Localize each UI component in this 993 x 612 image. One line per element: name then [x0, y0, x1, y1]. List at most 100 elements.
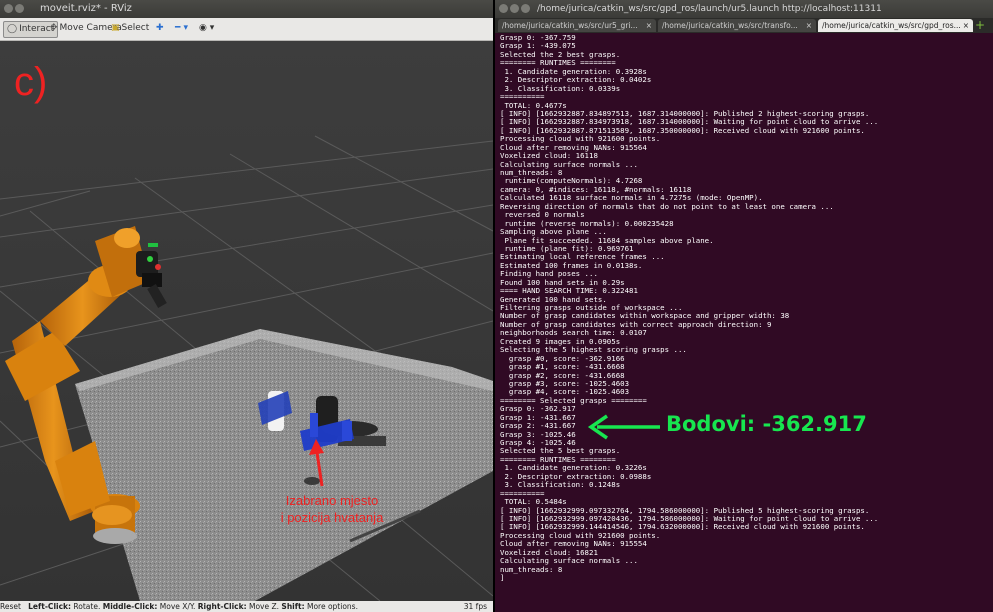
- terminal-line: ======== Selected grasps ========: [500, 396, 647, 405]
- terminal-line: Estimating local reference frames ...: [500, 253, 665, 262]
- terminal-tab-bar: /home/jurica/catkin_ws/src/ur5_gri... × /…: [495, 18, 993, 33]
- terminal-tab-3[interactable]: /home/jurica/catkin_ws/src/gpd_ros... ×: [818, 19, 973, 32]
- close-icon[interactable]: ×: [806, 19, 812, 32]
- rviz-status-bar: Reset Left-Click: Rotate. Middle-Click: …: [0, 601, 493, 612]
- terminal-line: Filtering grasps outside of workspace ..…: [500, 304, 683, 312]
- terminal-window-title: /home/jurica/catkin_ws/src/gpd_ros/launc…: [537, 4, 882, 14]
- terminal-line: 3. Classification: 0.0339s: [500, 84, 621, 93]
- terminal-line: [ INFO] [1662932999.097420436, 1794.5860…: [500, 514, 879, 523]
- maximize-window-button[interactable]: [521, 4, 530, 13]
- remove-tool-button[interactable]: ━ ▾: [172, 21, 191, 36]
- terminal-line: Selected the 2 best grasps.: [500, 50, 621, 59]
- score-annotation: Bodovi: -362.917: [666, 412, 867, 436]
- terminal-line: ==========: [500, 489, 545, 498]
- plus-icon: ✚: [156, 23, 164, 33]
- rviz-title-bar: moveit.rviz* - RViz: [0, 0, 493, 18]
- terminal-line: Grasp 4: -1025.46: [500, 439, 576, 447]
- terminal-line: runtime(computeNormals): 4.7268: [500, 177, 643, 186]
- minimize-window-button[interactable]: [15, 4, 24, 13]
- terminal-line: Sampling above plane ...: [500, 228, 607, 237]
- selection-annotation: Izabrano mjesto i pozicija hvatanja: [262, 492, 402, 526]
- fps-counter: 31 fps: [463, 602, 487, 611]
- terminal-line: Reversing direction of normals that do n…: [500, 202, 834, 211]
- close-window-button[interactable]: [499, 4, 508, 13]
- terminal-title-bar: /home/jurica/catkin_ws/src/gpd_ros/launc…: [495, 0, 993, 18]
- terminal-line: [ INFO] [1662932999.097332764, 1794.5860…: [500, 506, 870, 515]
- terminal-line: Finding hand poses ...: [500, 270, 598, 279]
- terminal-line: ======== RUNTIMES ========: [500, 59, 616, 68]
- close-icon[interactable]: ×: [646, 19, 652, 32]
- reset-button[interactable]: Reset: [0, 602, 21, 611]
- terminal-line: 1. Candidate generation: 0.3928s: [500, 67, 647, 76]
- scene-render: [0, 41, 493, 601]
- terminal-line: Number of grasp candidates within worksp…: [500, 312, 790, 321]
- terminal-line: ==========: [500, 93, 545, 102]
- terminal-line: [ INFO] [1662932887.871513589, 1687.3500…: [500, 126, 865, 135]
- terminal-line: Calculating surface normals ...: [500, 160, 638, 169]
- terminal-line: Grasp 0: -367.759: [500, 34, 576, 42]
- terminal-line: Calculating surface normals ...: [500, 557, 638, 566]
- terminal-line: Calculated 16118 surface normals in 4.72…: [500, 194, 763, 203]
- terminal-line: camera: 0, #indices: 16118, #normals: 16…: [500, 185, 692, 194]
- terminal-line: Selected the 5 best grasps.: [500, 447, 621, 456]
- rviz-toolbar: ◯ Interact ✥ Move Camera ▣ Select ✚ ━ ▾ ◉ ▾: [0, 18, 493, 41]
- terminal-tab-2[interactable]: /home/jurica/catkin_ws/src/transfo... ×: [658, 19, 816, 32]
- terminal-line: Estimated 100 frames in 0.0138s.: [500, 261, 643, 270]
- terminal-line: num_threads: 8: [500, 169, 563, 177]
- select-tool-button[interactable]: ▣ Select: [108, 21, 152, 36]
- score-arrow: [587, 414, 660, 440]
- terminal-line: 3. Classification: 0.1248s: [500, 481, 621, 490]
- rviz-window: moveit.rviz* - RViz ◯ Interact ✥ Move Came…: [0, 0, 493, 612]
- rviz-window-title: moveit.rviz* - RViz: [40, 3, 132, 14]
- close-window-button[interactable]: [4, 4, 13, 13]
- minus-icon: ━ ▾: [175, 23, 189, 33]
- terminal-line: TOTAL: 0.5484s: [500, 498, 567, 507]
- terminal-line: runtime (reverse normals): 0.000235428: [500, 219, 674, 228]
- terminal-line: Found 100 hand sets in 0.29s: [500, 278, 625, 287]
- 3d-viewport[interactable]: [0, 41, 493, 601]
- select-icon: ▣: [111, 23, 120, 33]
- minimize-window-button[interactable]: [510, 4, 519, 13]
- figure-label: c): [14, 60, 48, 104]
- terminal-line: ==== HAND SEARCH TIME: 0.322481: [500, 287, 638, 296]
- terminal-line: Plane fit succeeded. 11684 samples above…: [500, 236, 714, 245]
- terminal-line: num_threads: 8: [500, 565, 563, 574]
- terminal-line: Generated 100 hand sets.: [500, 295, 607, 304]
- selection-line-1: Izabrano mjesto: [285, 493, 379, 508]
- terminal-line: 2. Descriptor extraction: 0.0402s: [500, 76, 652, 85]
- terminal-line: Cloud after removing NANs: 915564: [500, 143, 647, 152]
- terminal-line: TOTAL: 0.4677s: [500, 101, 567, 110]
- interact-icon: ◯: [7, 24, 18, 34]
- terminal-line: grasp #4, score: -1025.4603: [500, 388, 630, 397]
- move-camera-icon: ✥: [50, 23, 58, 33]
- terminal-line: Voxelized cloud: 16821: [500, 548, 598, 557]
- terminal-line: runtime (plane fit): 0.969761: [500, 244, 634, 253]
- terminal-line: Created 9 images in 0.0905s: [500, 337, 621, 346]
- terminal-line: Number of grasp candidates with correct …: [500, 320, 772, 329]
- terminal-line: ======== RUNTIMES ========: [500, 455, 616, 464]
- selection-line-2: i pozicija hvatanja: [280, 510, 384, 525]
- terminal-line: 2. Descriptor extraction: 0.0988s: [500, 472, 652, 481]
- terminal-line: Grasp 1: -439.075: [500, 42, 576, 51]
- terminal-line: Selecting the 5 highest scoring grasps .…: [500, 346, 687, 355]
- terminal-tab-1[interactable]: /home/jurica/catkin_ws/src/ur5_gri... ×: [498, 19, 656, 32]
- terminal-line: Processing cloud with 921600 points.: [500, 135, 661, 144]
- terminal-line: neighborhoods search time: 0.0107: [500, 329, 647, 338]
- close-icon[interactable]: ×: [963, 19, 969, 32]
- terminal-line: grasp #2, score: -431.6668: [500, 371, 625, 380]
- terminal-line: grasp #3, score: -1025.4603: [500, 379, 630, 388]
- terminal-line: ]: [500, 574, 505, 582]
- terminal-line: grasp #0, score: -362.9166: [500, 354, 625, 363]
- terminal-output[interactable]: Grasp 0: -367.759 Grasp 1: -439.075 Select…: [500, 34, 990, 582]
- terminal-line: 1. Candidate generation: 0.3226s: [500, 464, 647, 473]
- terminal-line: grasp #1, score: -431.6668: [500, 363, 625, 372]
- terminal-line: [ INFO] [1662932887.834897513, 1687.3140…: [500, 109, 870, 118]
- terminal-window: /home/jurica/catkin_ws/src/gpd_ros/launc…: [495, 0, 993, 612]
- terminal-line: [ INFO] [1662932999.144414546, 1794.6320…: [500, 523, 865, 532]
- terminal-line: Processing cloud with 921600 points.: [500, 531, 661, 540]
- eye-icon: ◉ ▾: [199, 23, 215, 33]
- new-tab-icon[interactable]: +: [975, 18, 985, 32]
- view-options-button[interactable]: ◉ ▾: [196, 21, 217, 36]
- add-tool-button[interactable]: ✚: [153, 21, 167, 36]
- terminal-line: reversed 0 normals: [500, 211, 585, 220]
